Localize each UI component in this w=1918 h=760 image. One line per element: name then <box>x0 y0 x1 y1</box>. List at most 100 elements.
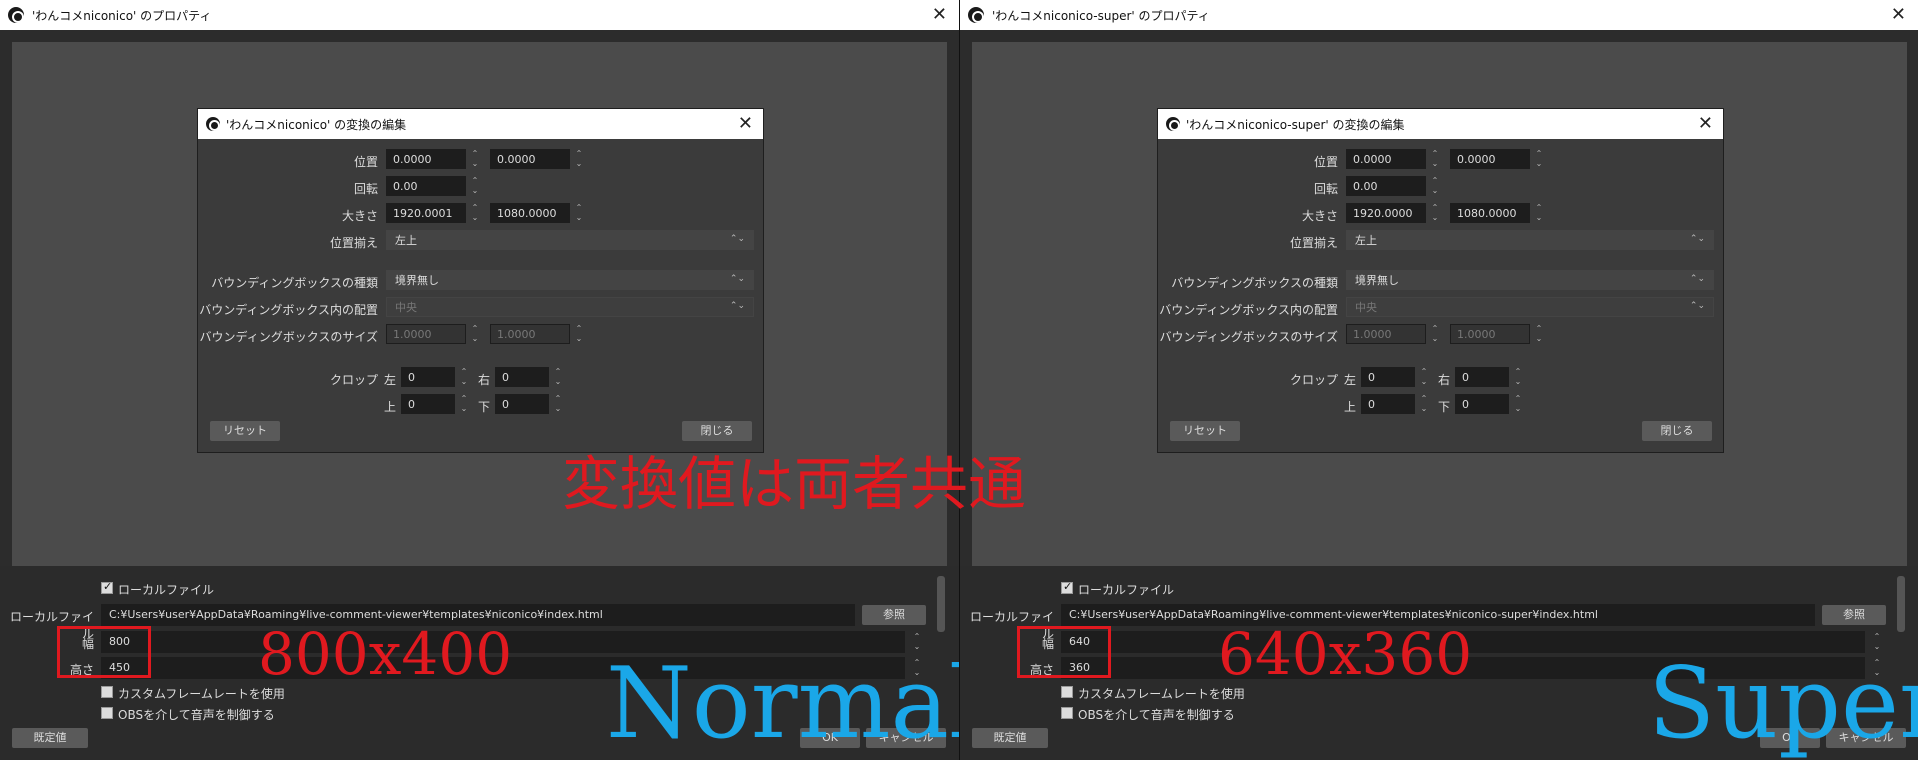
chevron-up-icon[interactable]: ⌃ <box>1532 203 1546 213</box>
chevron-up-icon[interactable]: ⌃ <box>1511 394 1525 404</box>
chevron-down-icon[interactable]: ⌄ <box>572 159 586 169</box>
browse-button[interactable]: 参照 <box>1822 605 1886 625</box>
close-button[interactable]: 閉じる <box>682 421 752 441</box>
chevron-down-icon[interactable]: ⌄ <box>468 213 482 223</box>
local-file-checkbox[interactable] <box>1061 580 1073 594</box>
position-x-input[interactable]: 0.0000 <box>1346 149 1426 169</box>
crop-right-stepper[interactable]: ⌃ ⌄ <box>551 367 565 387</box>
size-w-stepper[interactable]: ⌃ ⌄ <box>468 203 482 223</box>
size-h-stepper[interactable]: ⌃ ⌄ <box>572 203 586 223</box>
crop-bottom-input[interactable]: 0 <box>495 394 549 414</box>
chevron-up-icon[interactable]: ⌃ <box>468 203 482 213</box>
crop-top-input[interactable]: 0 <box>401 394 455 414</box>
chevron-up-icon[interactable]: ⌃ <box>457 394 471 404</box>
position-x-stepper[interactable]: ⌃ ⌄ <box>468 149 482 169</box>
crop-right-input[interactable]: 0 <box>1455 367 1509 387</box>
chevron-up-icon[interactable]: ⌃ <box>468 176 482 186</box>
chevron-up-icon[interactable]: ⌃ <box>1428 176 1442 186</box>
chevron-up-icon[interactable]: ⌃ <box>1532 149 1546 159</box>
crop-bottom-label: 下 <box>477 400 490 414</box>
obs-audio-checkbox[interactable] <box>101 707 113 719</box>
chevron-up-icon[interactable]: ⌃ <box>468 149 482 159</box>
chevron-down-icon[interactable]: ⌄ <box>1532 213 1546 223</box>
crop-top-input[interactable]: 0 <box>1361 394 1415 414</box>
crop-top-stepper[interactable]: ⌃ ⌄ <box>457 394 471 414</box>
chevron-up-icon[interactable]: ⌃ <box>1417 394 1431 404</box>
chevron-down-icon[interactable]: ⌄ <box>457 404 471 414</box>
chevron-down-icon[interactable]: ⌄ <box>1511 377 1525 387</box>
chevron-up-icon[interactable]: ⌃ <box>572 149 586 159</box>
browse-button[interactable]: 参照 <box>862 605 926 625</box>
chevron-down-icon[interactable]: ⌄ <box>1428 186 1442 196</box>
chevron-up-icon[interactable]: ⌃ <box>1428 203 1442 213</box>
crop-left-input[interactable]: 0 <box>1361 367 1415 387</box>
crop-left-stepper[interactable]: ⌃ ⌄ <box>1417 367 1431 387</box>
chevron-up-icon[interactable]: ⌃ <box>572 203 586 213</box>
custom-fps-checkbox[interactable] <box>101 686 113 698</box>
chevron-down-icon[interactable]: ⌄ <box>457 377 471 387</box>
reset-button[interactable]: リセット <box>210 421 280 441</box>
position-y-stepper[interactable]: ⌃ ⌄ <box>1532 149 1546 169</box>
local-file-checkbox[interactable] <box>101 580 113 594</box>
position-x-stepper[interactable]: ⌃ ⌄ <box>1428 149 1442 169</box>
chevron-down-icon[interactable]: ⌄ <box>1511 404 1525 414</box>
size-h-input[interactable]: 1080.0000 <box>1450 203 1530 223</box>
chevron-down-icon[interactable]: ⌄ <box>1428 213 1442 223</box>
crop-right-stepper[interactable]: ⌃ ⌄ <box>1511 367 1525 387</box>
crop-bottom-stepper[interactable]: ⌃ ⌄ <box>551 394 565 414</box>
size-w-input[interactable]: 1920.0001 <box>386 203 466 223</box>
close-icon[interactable]: ✕ <box>1891 4 1906 25</box>
rotation-stepper[interactable]: ⌃ ⌄ <box>468 176 482 196</box>
close-button[interactable]: 閉じる <box>1642 421 1712 441</box>
size-h-input[interactable]: 1080.0000 <box>490 203 570 223</box>
crop-right-input[interactable]: 0 <box>495 367 549 387</box>
close-icon[interactable]: ✕ <box>1698 113 1713 134</box>
chevron-up-icon[interactable]: ⌃ <box>1428 149 1442 159</box>
chevron-up-icon[interactable]: ⌃ <box>1870 632 1884 642</box>
defaults-button[interactable]: 既定値 <box>972 728 1048 748</box>
position-y-stepper[interactable]: ⌃ ⌄ <box>572 149 586 169</box>
chevron-up-icon[interactable]: ⌃ <box>1511 367 1525 377</box>
alignment-select[interactable]: 左上 ⌃⌄ <box>1346 230 1714 250</box>
crop-bottom-stepper[interactable]: ⌃ ⌄ <box>1511 394 1525 414</box>
bbox-type-select[interactable]: 境界無し ⌃⌄ <box>1346 270 1714 290</box>
crop-left-stepper[interactable]: ⌃ ⌄ <box>457 367 471 387</box>
scrollbar[interactable] <box>1897 576 1905 632</box>
chevron-up-icon[interactable]: ⌃ <box>1417 367 1431 377</box>
bbox-type-select[interactable]: 境界無し ⌃⌄ <box>386 270 754 290</box>
size-w-stepper[interactable]: ⌃ ⌄ <box>1428 203 1442 223</box>
crop-bottom-input[interactable]: 0 <box>1455 394 1509 414</box>
alignment-select[interactable]: 左上 ⌃⌄ <box>386 230 754 250</box>
close-icon[interactable]: ✕ <box>932 4 947 25</box>
rotation-stepper[interactable]: ⌃ ⌄ <box>1428 176 1442 196</box>
obs-audio-checkbox[interactable] <box>1061 707 1073 719</box>
chevron-down-icon[interactable]: ⌄ <box>468 159 482 169</box>
chevron-down-icon[interactable]: ⌄ <box>551 377 565 387</box>
chevron-down-icon[interactable]: ⌄ <box>1532 159 1546 169</box>
chevron-down-icon[interactable]: ⌄ <box>551 404 565 414</box>
chevron-down-icon[interactable]: ⌄ <box>1417 404 1431 414</box>
position-x-input[interactable]: 0.0000 <box>386 149 466 169</box>
chevron-down-icon[interactable]: ⌄ <box>1417 377 1431 387</box>
reset-button[interactable]: リセット <box>1170 421 1240 441</box>
position-y-input[interactable]: 0.0000 <box>1450 149 1530 169</box>
chevron-up-icon[interactable]: ⌃ <box>910 632 924 642</box>
crop-left-input[interactable]: 0 <box>401 367 455 387</box>
chevron-down-icon[interactable]: ⌄ <box>468 186 482 196</box>
rotation-input[interactable]: 0.00 <box>386 176 466 196</box>
chevron-up-icon[interactable]: ⌃ <box>551 394 565 404</box>
size-h-stepper[interactable]: ⌃ ⌄ <box>1532 203 1546 223</box>
chevron-down-icon: ⌄ <box>1535 334 1543 343</box>
close-icon[interactable]: ✕ <box>738 113 753 134</box>
crop-top-stepper[interactable]: ⌃ ⌄ <box>1417 394 1431 414</box>
chevron-up-icon[interactable]: ⌃ <box>457 367 471 377</box>
chevron-down-icon[interactable]: ⌄ <box>1428 159 1442 169</box>
rotation-input[interactable]: 0.00 <box>1346 176 1426 196</box>
defaults-button[interactable]: 既定値 <box>12 728 88 748</box>
position-y-input[interactable]: 0.0000 <box>490 149 570 169</box>
scrollbar[interactable] <box>937 576 945 632</box>
chevron-up-icon[interactable]: ⌃ <box>551 367 565 377</box>
size-w-input[interactable]: 1920.0000 <box>1346 203 1426 223</box>
custom-fps-checkbox[interactable] <box>1061 686 1073 698</box>
chevron-down-icon[interactable]: ⌄ <box>572 213 586 223</box>
